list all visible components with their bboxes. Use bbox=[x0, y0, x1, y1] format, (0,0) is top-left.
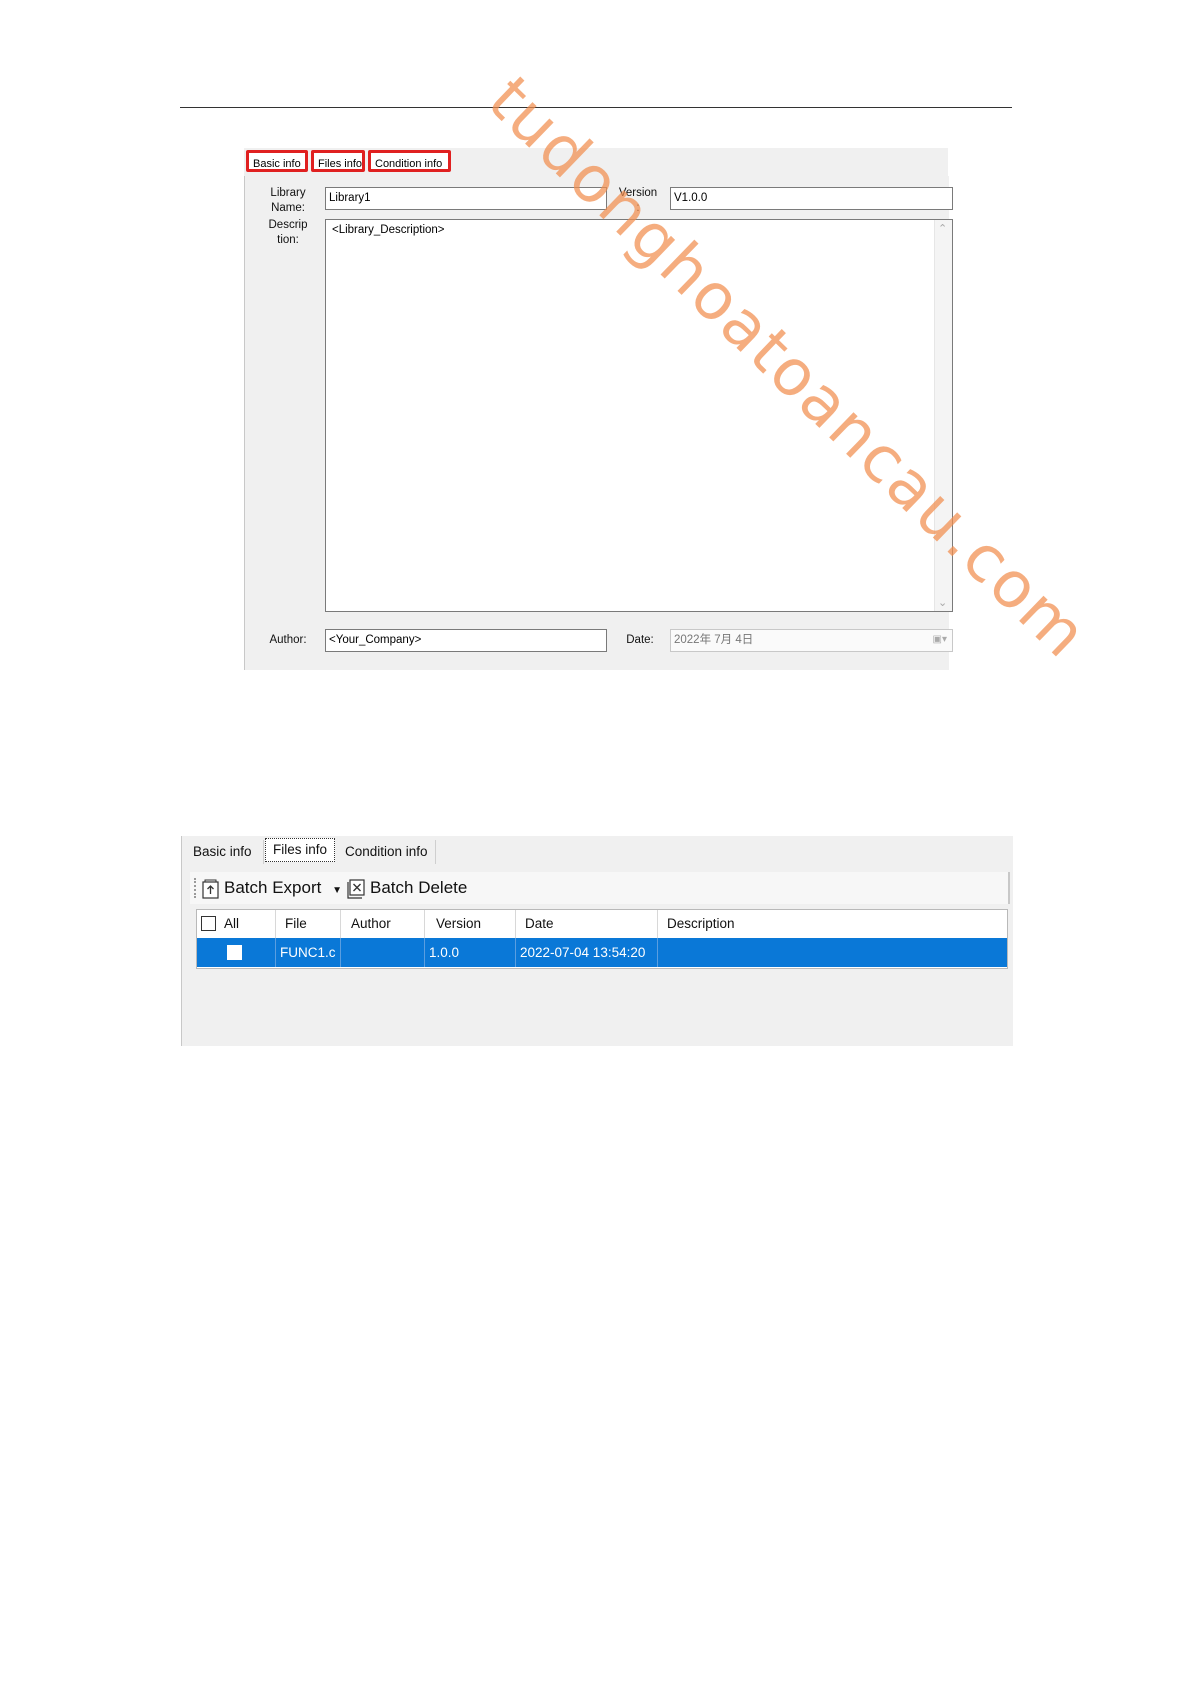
column-divider bbox=[275, 910, 276, 938]
tab-strip: Basic info Files info Condition info bbox=[244, 148, 948, 177]
column-divider bbox=[340, 938, 341, 967]
tab-condition-info[interactable]: Condition info bbox=[338, 840, 436, 864]
column-divider bbox=[657, 910, 658, 938]
delete-icon bbox=[347, 878, 365, 899]
description-label: Descrip tion: bbox=[268, 219, 308, 246]
chevron-down-icon[interactable]: ▼ bbox=[332, 885, 342, 896]
description-scrollbar[interactable]: ⌃ ⌄ bbox=[934, 220, 952, 611]
column-header-date[interactable]: Date bbox=[525, 910, 554, 938]
version-input[interactable]: V1.0.0 bbox=[670, 187, 953, 210]
tab-files-info[interactable]: Files info bbox=[311, 150, 365, 172]
column-header-description[interactable]: Description bbox=[667, 910, 735, 938]
tab-basic-info[interactable]: Basic info bbox=[246, 150, 308, 172]
tab-basic-info[interactable]: Basic info bbox=[186, 840, 264, 864]
basic-info-dialog: Basic info Files info Condition info Lib… bbox=[244, 148, 953, 670]
author-input[interactable]: <Your_Company> bbox=[325, 629, 607, 652]
tab-files-info[interactable]: Files info bbox=[265, 838, 335, 862]
files-table: All File Author Version Date Description… bbox=[196, 909, 1008, 969]
date-picker[interactable]: 2022年 7月 4日 ▣▾ bbox=[670, 629, 953, 652]
cell-file: FUNC1.c bbox=[280, 945, 336, 960]
batch-export-button[interactable]: Batch Export ▼ bbox=[202, 876, 342, 900]
date-value: 2022年 7月 4日 bbox=[674, 634, 754, 646]
batch-export-label: Batch Export bbox=[224, 878, 322, 897]
column-header-version[interactable]: Version bbox=[436, 910, 481, 938]
library-name-label: Library Name: bbox=[270, 187, 306, 214]
select-all-checkbox[interactable] bbox=[201, 916, 216, 931]
column-divider bbox=[515, 938, 516, 967]
description-text: <Library_Description> bbox=[332, 224, 445, 236]
toolbar: Batch Export ▼ Batch Delete bbox=[190, 872, 1010, 904]
batch-delete-button[interactable]: Batch Delete bbox=[346, 876, 467, 900]
column-divider bbox=[515, 910, 516, 938]
calendar-dropdown-icon[interactable]: ▣▾ bbox=[933, 630, 947, 650]
header-rule bbox=[180, 107, 1012, 108]
table-header: All File Author Version Date Description bbox=[197, 910, 1007, 939]
column-divider bbox=[275, 938, 276, 967]
scroll-down-icon[interactable]: ⌄ bbox=[938, 596, 947, 609]
column-header-author[interactable]: Author bbox=[351, 910, 391, 938]
column-divider bbox=[657, 938, 658, 967]
library-name-input[interactable]: Library1 bbox=[325, 187, 607, 210]
column-header-file[interactable]: File bbox=[285, 910, 307, 938]
table-row[interactable]: FUNC1.c 1.0.0 2022-07-04 13:54:20 bbox=[197, 938, 1007, 967]
column-header-all: All bbox=[224, 916, 240, 931]
export-icon bbox=[202, 879, 219, 899]
cell-date: 2022-07-04 13:54:20 bbox=[520, 945, 646, 960]
author-label: Author: bbox=[269, 634, 307, 646]
description-textarea[interactable]: <Library_Description> ⌃ ⌄ bbox=[325, 219, 953, 612]
date-label: Date: bbox=[626, 634, 654, 646]
tab-condition-info[interactable]: Condition info bbox=[368, 150, 451, 172]
column-divider bbox=[424, 910, 425, 938]
column-divider bbox=[424, 938, 425, 967]
row-checkbox[interactable] bbox=[227, 945, 242, 960]
files-info-dialog: Basic info Files info Condition info Bat… bbox=[181, 836, 1013, 1046]
toolbar-grip[interactable] bbox=[194, 878, 199, 898]
basic-info-panel: Library Name: Library1 Version : V1.0.0 … bbox=[244, 176, 953, 670]
batch-delete-label: Batch Delete bbox=[370, 878, 468, 897]
scroll-up-icon[interactable]: ⌃ bbox=[938, 222, 947, 235]
version-label: Version : bbox=[618, 187, 658, 214]
cell-version: 1.0.0 bbox=[429, 945, 460, 960]
column-divider bbox=[340, 910, 341, 938]
